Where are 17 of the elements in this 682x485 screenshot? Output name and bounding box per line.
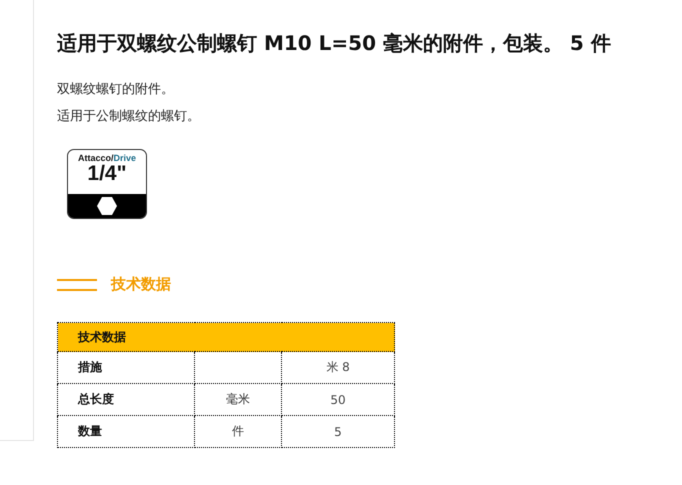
table-cell: 数量 [58,416,194,448]
table-cell: 50 [282,384,394,416]
hexagon-icon [97,197,117,215]
description-text: 双螺纹螺钉的附件。 [57,81,175,99]
badge-label: Attacco/Drive [78,153,136,163]
table-cell: 米 8 [282,352,394,384]
table-header: 技术数据 [58,322,394,352]
table-cell: 总长度 [58,384,194,416]
badge-size: 1/4" [87,163,127,185]
product-title: 适用于双螺纹公制螺钉 M10 L=50 毫米的附件，包装。 5 件 [57,30,611,57]
table-cell: 5 [282,416,394,448]
table-cell: 措施 [58,352,194,384]
table-cell: 件 [194,416,282,448]
table-cell: 毫米 [194,384,282,416]
double-line-icon [57,278,97,292]
section-heading: 技术数据 [111,275,171,294]
description-text: 适用于公制螺纹的螺钉。 [57,108,201,126]
